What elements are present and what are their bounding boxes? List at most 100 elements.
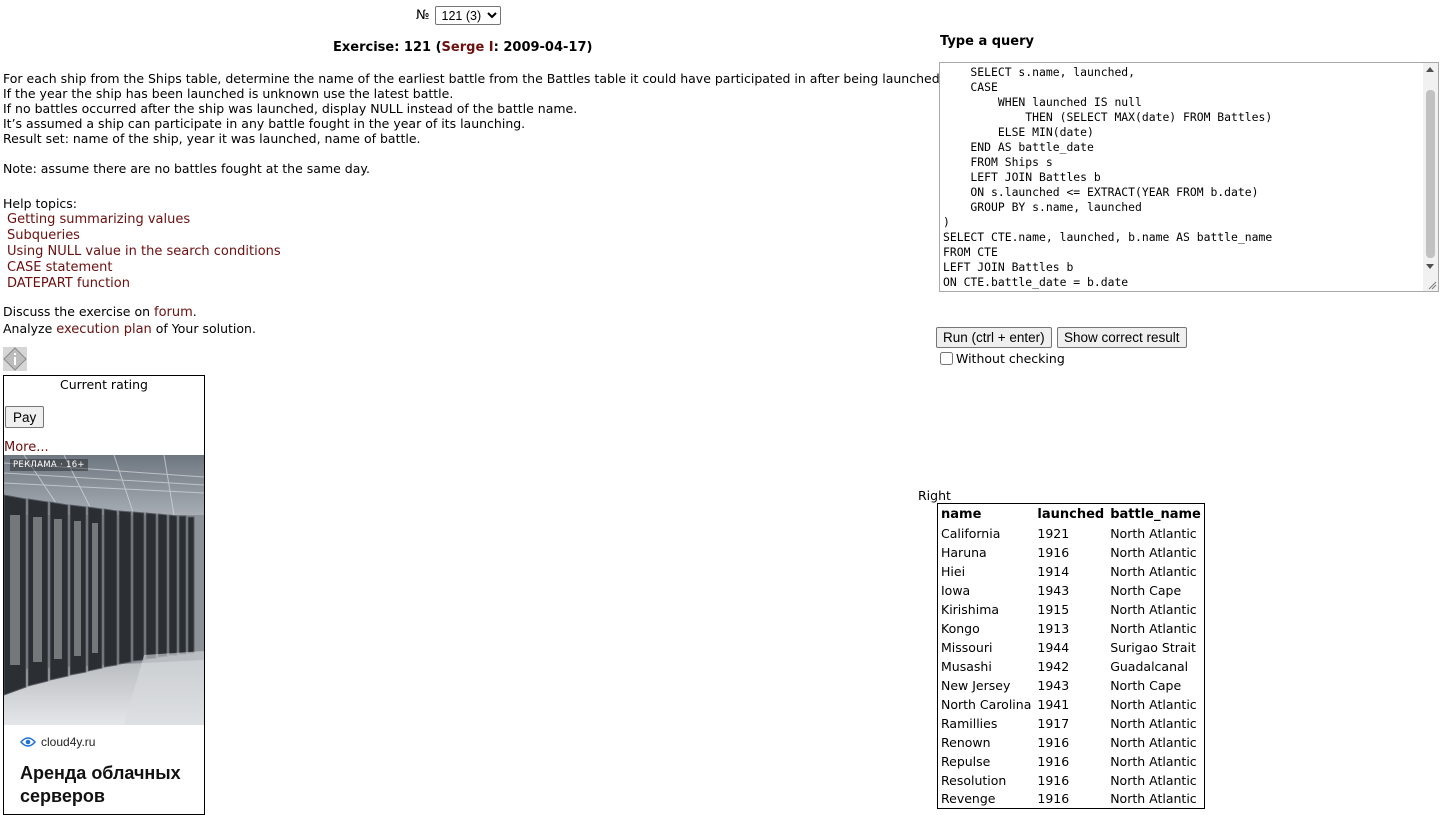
analyze-prefix: Analyze — [3, 321, 57, 336]
cell-launched: 1944 — [1037, 639, 1070, 655]
table-row: Resolution 1916 North Atlantic — [938, 771, 1205, 790]
table-row: Haruna 1916 North Atlantic — [938, 543, 1205, 562]
info-icon[interactable] — [3, 347, 27, 371]
cell-name: Hiei — [941, 563, 966, 579]
scroll-thumb[interactable] — [1426, 90, 1435, 258]
show-correct-result-button[interactable]: Show correct result — [1057, 327, 1187, 348]
column-header-battle-name: battle_name — [1110, 507, 1201, 523]
help-link-subqueries[interactable]: Subqueries — [7, 228, 281, 244]
cell-name: Repulse — [941, 753, 991, 769]
exercise-title: Exercise: 121 (Serge I: 2009-04-17) — [333, 40, 592, 55]
cell-name: New Jersey — [941, 677, 1011, 693]
table-row: Hiei 1914 North Atlantic — [938, 562, 1205, 581]
ad-domain[interactable]: cloud4y.ru — [20, 735, 95, 749]
cell-launched: 1916 — [1037, 791, 1070, 807]
exercise-number-select[interactable]: 121 (3) — [434, 6, 501, 25]
analyze-line: Analyze execution plan of Your solution. — [3, 321, 256, 338]
help-topics-list: Getting summarizing values Subqueries Us… — [7, 212, 281, 292]
discuss-suffix: . — [192, 304, 197, 319]
table-row: California 1921 North Atlantic — [938, 524, 1205, 543]
discuss-prefix: Discuss the exercise on — [3, 304, 154, 319]
rating-panel: Current rating Pay More... РЕКЛАМА · 16+… — [3, 375, 205, 815]
without-checking-checkbox[interactable] — [940, 352, 953, 365]
cell-launched: 1942 — [1037, 658, 1070, 674]
cell-launched: 1916 — [1037, 753, 1070, 769]
help-topics-title: Help topics: — [3, 196, 78, 211]
cell-launched: 1914 — [1037, 563, 1070, 579]
cell-battle-name: North Atlantic — [1110, 772, 1197, 788]
cell-name: Kirishima — [941, 601, 1000, 617]
cell-battle-name: North Atlantic — [1110, 696, 1197, 712]
rating-title: Current rating — [60, 377, 148, 392]
number-symbol: № — [416, 8, 430, 23]
cell-battle-name: North Atlantic — [1110, 563, 1197, 579]
table-row: Missouri 1944 Surigao Strait — [938, 638, 1205, 657]
cell-launched: 1915 — [1037, 601, 1070, 617]
more-link[interactable]: More... — [4, 440, 49, 455]
run-button[interactable]: Run (ctrl + enter) — [936, 327, 1052, 348]
editor-scrollbar[interactable] — [1423, 63, 1438, 291]
cell-launched: 1913 — [1037, 620, 1070, 636]
analyze-suffix: of Your solution. — [151, 321, 256, 336]
scroll-down-arrow-icon[interactable] — [1426, 264, 1434, 269]
pay-button[interactable]: Pay — [5, 406, 45, 428]
table-row: Kirishima 1915 North Atlantic — [938, 600, 1205, 619]
cell-battle-name: Surigao Strait — [1110, 639, 1196, 655]
result-status-label: Right — [918, 488, 951, 503]
help-link-summarizing[interactable]: Getting summarizing values — [7, 212, 281, 228]
scroll-up-arrow-icon[interactable] — [1426, 67, 1434, 72]
query-code[interactable]: SELECT s.name, launched, CASE WHEN launc… — [940, 63, 1438, 290]
author-link[interactable]: Serge I — [442, 40, 494, 55]
cell-battle-name: North Atlantic — [1110, 753, 1197, 769]
cell-name: Haruna — [941, 544, 987, 560]
resize-handle-icon[interactable] — [1427, 280, 1437, 290]
table-row: Repulse 1916 North Atlantic — [938, 752, 1205, 771]
description-line: If no battles occurred after the ship wa… — [3, 101, 578, 116]
cell-launched: 1916 — [1037, 734, 1070, 750]
cell-launched: 1916 — [1037, 772, 1070, 788]
exercise-note: Note: assume there are no battles fought… — [3, 161, 370, 176]
column-header-launched: launched — [1037, 507, 1105, 523]
ad-headline[interactable]: Аренда облачных серверов — [20, 762, 204, 808]
eye-icon — [20, 737, 36, 747]
cell-launched: 1921 — [1037, 525, 1070, 541]
without-checking-label: Without checking — [956, 351, 1065, 366]
cell-battle-name: North Atlantic — [1110, 525, 1197, 541]
description-line: If the year the ship has been launched i… — [3, 86, 454, 101]
exercise-label: Exercise: 121 ( — [333, 40, 442, 55]
cell-launched: 1916 — [1037, 544, 1070, 560]
table-row: Kongo 1913 North Atlantic — [938, 619, 1205, 638]
help-link-case[interactable]: CASE statement — [7, 260, 281, 276]
ad-server-room-image[interactable]: РЕКЛАМА · 16+ — [4, 455, 204, 725]
cell-battle-name: North Atlantic — [1110, 620, 1197, 636]
table-row: Musashi 1942 Guadalcanal — [938, 657, 1205, 676]
column-header-name: name — [941, 507, 982, 523]
cell-battle-name: North Cape — [1110, 677, 1182, 693]
cell-battle-name: North Atlantic — [1110, 791, 1197, 807]
cell-launched: 1943 — [1037, 677, 1070, 693]
cell-launched: 1943 — [1037, 582, 1070, 598]
table-row: Iowa 1943 North Cape — [938, 581, 1205, 600]
help-link-null-values[interactable]: Using NULL value in the search condition… — [7, 244, 281, 260]
query-editor[interactable]: SELECT s.name, launched, CASE WHEN launc… — [939, 62, 1439, 292]
description-line: For each ship from the Ships table, dete… — [3, 71, 944, 86]
cell-battle-name: North Atlantic — [1110, 734, 1197, 750]
table-header-row: name launched battle_name — [938, 504, 1205, 524]
cell-launched: 1941 — [1037, 696, 1070, 712]
description-line: Result set: name of the ship, year it wa… — [3, 131, 421, 146]
exercise-date: : 2009-04-17) — [493, 40, 593, 55]
cell-name: Missouri — [941, 639, 993, 655]
result-table: name launched battle_name California 1921… — [937, 503, 1205, 809]
table-row: Ramillies 1917 North Atlantic — [938, 714, 1205, 733]
query-label: Type a query — [940, 34, 1035, 49]
without-checking-option[interactable]: Without checking — [940, 351, 1065, 366]
cell-launched: 1917 — [1037, 715, 1070, 731]
help-link-datepart[interactable]: DATEPART function — [7, 276, 281, 292]
table-row: New Jersey 1943 North Cape — [938, 676, 1205, 695]
exercise-description: For each ship from the Ships table, dete… — [3, 71, 944, 146]
cell-name: Revenge — [941, 791, 996, 807]
execution-plan-link[interactable]: execution plan — [56, 322, 152, 337]
ad-label: РЕКЛАМА · 16+ — [10, 459, 88, 471]
cell-name: Ramillies — [941, 715, 998, 731]
forum-link[interactable]: forum — [154, 305, 193, 320]
